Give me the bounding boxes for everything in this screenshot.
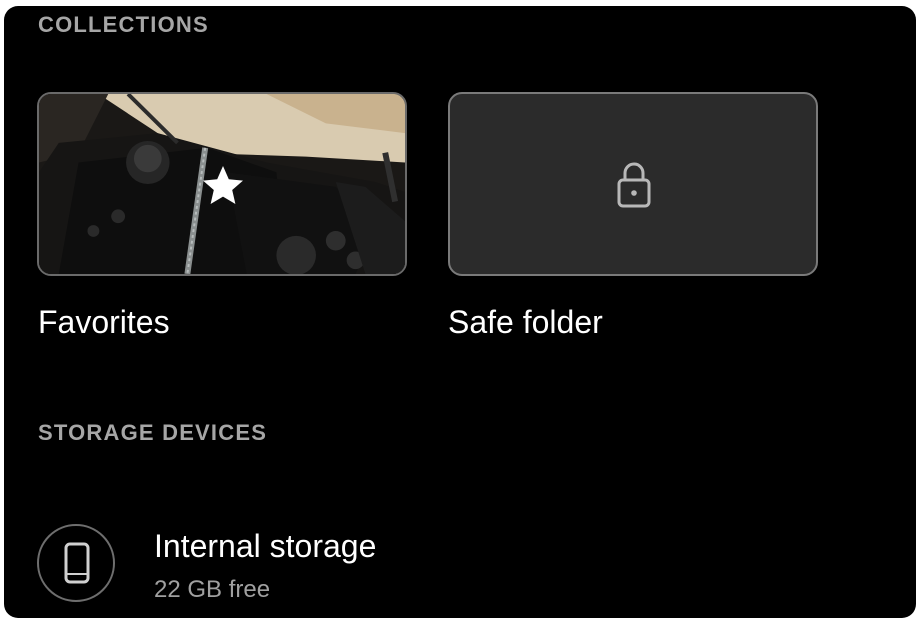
favorites-label[interactable]: Favorites [38,304,170,341]
lock-icon [617,162,651,208]
internal-storage-icon-circle[interactable] [37,524,115,602]
internal-storage-free: 22 GB free [154,576,271,603]
safe-folder-label[interactable]: Safe folder [448,304,603,341]
favorites-tile[interactable] [37,92,407,276]
storage-devices-section-label: STORAGE DEVICES [38,420,268,445]
collections-section-label: COLLECTIONS [38,12,209,37]
phone-icon [64,542,90,584]
safe-folder-tile[interactable] [448,92,818,276]
star-icon [203,166,243,204]
collections-screen: COLLECTIONS Favorites Safe folder STORAG… [4,6,916,618]
internal-storage-title[interactable]: Internal storage [154,528,376,565]
